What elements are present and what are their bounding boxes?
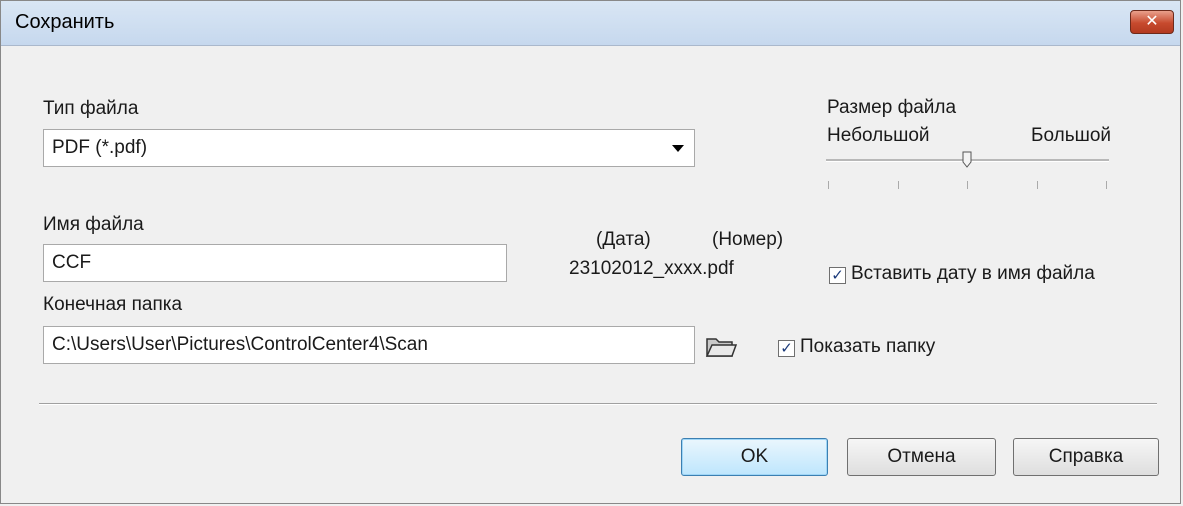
help-button[interactable]: Справка	[1013, 438, 1159, 476]
dest-folder-label: Конечная папка	[43, 294, 183, 315]
filename-preview: 23102012_xxxx.pdf	[569, 258, 734, 279]
file-size-min-label: Небольшой	[827, 125, 930, 146]
slider-tick	[1106, 181, 1107, 189]
file-name-label: Имя файла	[43, 214, 144, 235]
insert-date-label[interactable]: Вставить дату в имя файла	[851, 263, 1095, 285]
close-icon: ✕	[1145, 13, 1159, 30]
file-size-label: Размер файла	[827, 97, 957, 118]
checkbox-box[interactable]: ✓	[829, 267, 846, 284]
show-folder-label[interactable]: Показать папку	[800, 336, 935, 358]
slider-tick	[1037, 181, 1038, 189]
file-type-selected-value: PDF (*.pdf)	[52, 137, 148, 158]
slider-thumb[interactable]	[962, 151, 972, 168]
slider-tick	[967, 181, 968, 189]
dest-folder-input[interactable]: C:\Users\User\Pictures\ControlCenter4\Sc…	[43, 326, 695, 364]
file-size-max-label: Большой	[1031, 125, 1112, 146]
close-button[interactable]: ✕	[1130, 10, 1174, 34]
file-type-select[interactable]: PDF (*.pdf)	[43, 129, 695, 167]
file-name-input[interactable]: CCF	[43, 244, 507, 282]
date-label: (Дата)	[596, 229, 651, 250]
slider-tick	[828, 181, 829, 189]
dialog-title: Сохранить	[15, 11, 115, 33]
number-label: (Номер)	[712, 229, 784, 250]
save-dialog: Сохранить ✕ Тип файла PDF (*.pdf) Размер…	[0, 0, 1181, 504]
file-type-label: Тип файла	[43, 98, 139, 119]
ok-button[interactable]: OK	[681, 438, 828, 476]
divider	[39, 403, 1157, 405]
cancel-button[interactable]: Отмена	[847, 438, 996, 476]
slider-tick	[898, 181, 899, 189]
checkbox-box[interactable]: ✓	[778, 340, 795, 357]
folder-open-icon[interactable]	[705, 334, 737, 360]
title-bar[interactable]: Сохранить ✕	[1, 1, 1180, 46]
chevron-down-icon	[672, 145, 684, 152]
